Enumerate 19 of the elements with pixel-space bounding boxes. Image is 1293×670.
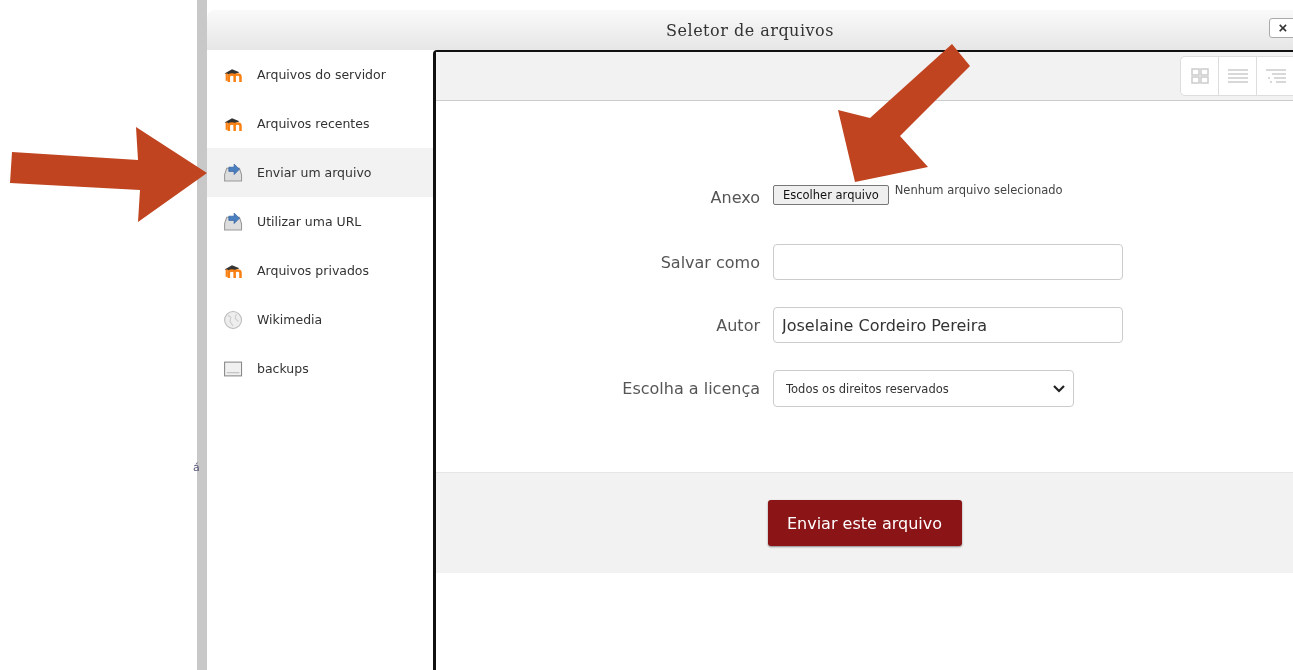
sidebar-item[interactable]: Utilizar uma URL <box>207 197 433 246</box>
sidebar-item[interactable]: Enviar um arquivo <box>207 148 433 197</box>
field-label: Salvar como <box>659 252 760 272</box>
background-text: á <box>193 462 200 473</box>
sidebar-item[interactable]: Wikimedia <box>207 295 433 344</box>
field-label: Escolha a licença <box>621 379 760 398</box>
license-dropdown[interactable]: Todos os direitos reservados <box>773 370 1074 407</box>
close-button[interactable]: × <box>1269 18 1293 38</box>
sidebar-item[interactable]: Arquivos do servidor <box>207 50 433 99</box>
sidebar-item[interactable]: Arquivos privados <box>207 246 433 295</box>
text-field[interactable]: Joselaine Cordeiro Pereira <box>773 307 1123 343</box>
choose-file-button[interactable]: Escolher arquivo <box>773 185 889 205</box>
file-status: Nenhum arquivo selecionado <box>894 183 1063 197</box>
submit-button[interactable]: Enviar este arquivo <box>767 500 962 546</box>
sidebar-item[interactable]: Arquivos recentes <box>207 99 433 148</box>
field-label: Autor <box>715 315 760 335</box>
dialog-title: Seletor de arquivos <box>666 20 834 40</box>
field-label: Anexo <box>709 188 760 207</box>
sidebar-item[interactable]: backups <box>207 344 433 393</box>
